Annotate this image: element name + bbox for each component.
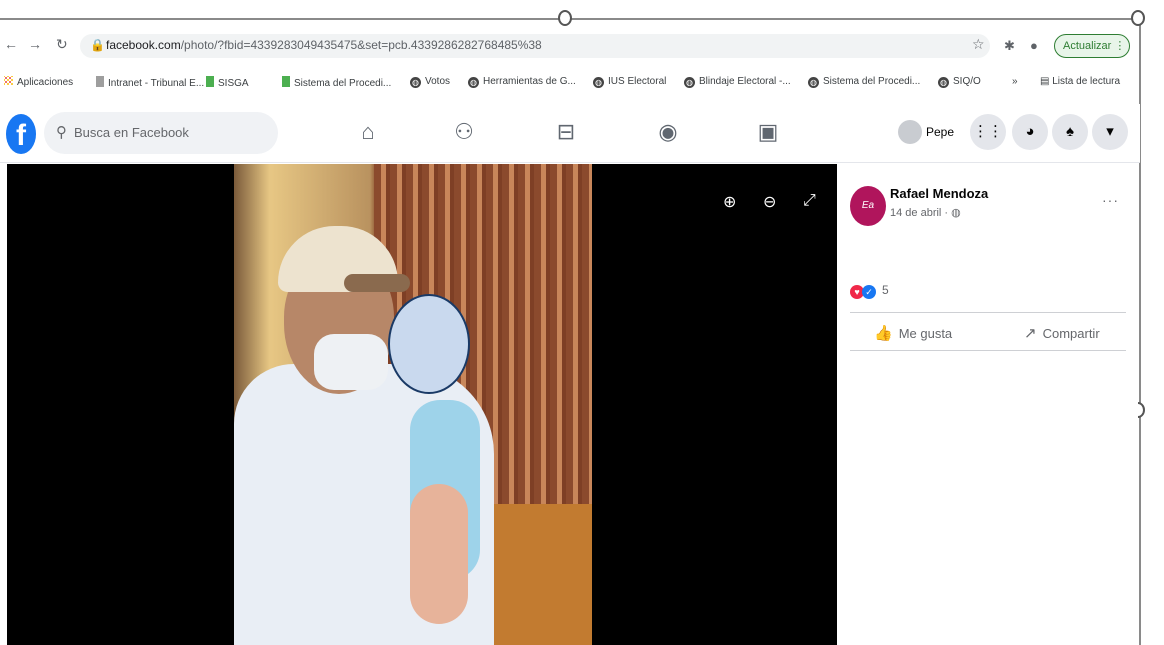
divider bbox=[850, 350, 1126, 351]
bookmark-siqo[interactable]: ◍ SIQ/O bbox=[938, 76, 981, 88]
reading-list-icon: ▤ bbox=[1040, 76, 1053, 87]
globe-icon: ◍ bbox=[593, 77, 604, 88]
globe-icon: ◍ bbox=[684, 77, 695, 88]
address-bar-row: ← → ↻ 🔒 facebook.com/photo/?fbid=4339283… bbox=[0, 32, 1140, 60]
url-text[interactable]: facebook.com/photo/?fbid=433928304943547… bbox=[106, 38, 542, 52]
notifications-icon[interactable]: ♠ bbox=[1052, 114, 1088, 150]
post-photo[interactable] bbox=[234, 164, 592, 645]
search-input[interactable]: ⚲ Busca en Facebook bbox=[44, 112, 278, 154]
post-panel: Ea Rafael Mendoza 14 de abril · ◍ ··· ♥ ✓… bbox=[838, 164, 1138, 645]
globe-icon: ◍ bbox=[410, 77, 421, 88]
more-options-icon[interactable]: ··· bbox=[1102, 192, 1119, 208]
like-button[interactable]: 👍 Me gusta bbox=[874, 324, 952, 342]
profile-icon[interactable]: ● bbox=[1030, 38, 1038, 53]
globe-icon: ◍ bbox=[808, 77, 819, 88]
bookmark-apps[interactable]: Aplicaciones bbox=[4, 76, 73, 88]
reading-list[interactable]: ▤ Lista de lectura bbox=[1040, 76, 1120, 87]
back-icon[interactable]: ← bbox=[4, 36, 18, 52]
search-icon: ⚲ bbox=[56, 124, 67, 141]
reload-icon[interactable]: ↻ bbox=[56, 36, 68, 53]
facebook-header: f ⚲ Busca en Facebook ⌂ ⚇ ⊟ ◉ ▣ Pepe ⋮⋮ … bbox=[0, 104, 1140, 163]
bookmark-blindaje-electoral[interactable]: ◍ Blindaje Electoral -... bbox=[684, 76, 791, 88]
more-bookmarks-icon[interactable]: » bbox=[1012, 76, 1018, 87]
profile-shortcut[interactable]: Pepe bbox=[896, 116, 962, 150]
more-vert-icon: ⋮ bbox=[1114, 40, 1126, 52]
tribunal-icon bbox=[96, 76, 104, 87]
bookmark-ius-electoral[interactable]: ◍ IUS Electoral bbox=[593, 76, 666, 88]
zoom-out-icon[interactable]: ⊖ bbox=[763, 192, 776, 212]
forward-icon[interactable]: → bbox=[28, 36, 42, 52]
bookmarks-bar: Aplicaciones Intranet - Tribunal E... SI… bbox=[0, 72, 1140, 94]
apps-icon bbox=[4, 76, 13, 85]
share-icon: ↗ bbox=[1024, 325, 1037, 342]
photo-viewer: ⊕ ⊖ ⤢ bbox=[7, 164, 837, 645]
bookmark-star-icon[interactable]: ☆ bbox=[972, 36, 985, 53]
thumbs-up-icon: 👍 bbox=[874, 325, 893, 342]
marketplace-icon[interactable]: ⊟ bbox=[552, 118, 580, 146]
url-bar[interactable]: 🔒 facebook.com/photo/?fbid=4339283049435… bbox=[80, 34, 990, 58]
like-reaction-icon: ✓ bbox=[862, 285, 876, 299]
post-date[interactable]: 14 de abril · ◍ bbox=[890, 206, 961, 219]
profile-name: Pepe bbox=[926, 125, 955, 139]
post-author[interactable]: Rafael Mendoza bbox=[890, 186, 988, 201]
home-icon[interactable]: ⌂ bbox=[354, 118, 382, 146]
globe-icon: ◍ bbox=[951, 207, 961, 219]
menu-grid-icon[interactable]: ⋮⋮ bbox=[970, 114, 1006, 150]
update-button[interactable]: Actualizar ⋮ bbox=[1054, 34, 1130, 58]
reaction-count: 5 bbox=[882, 283, 889, 297]
tribunal-icon bbox=[206, 76, 214, 87]
messenger-icon[interactable]: ◕ bbox=[1012, 114, 1048, 150]
lock-icon[interactable]: 🔒 bbox=[90, 38, 105, 52]
groups-icon[interactable]: ◉ bbox=[654, 118, 682, 146]
zoom-in-icon[interactable]: ⊕ bbox=[723, 192, 736, 212]
extensions-icon[interactable]: ✱ bbox=[1004, 38, 1015, 54]
account-menu-icon[interactable]: ▾ bbox=[1092, 114, 1128, 150]
search-placeholder: Busca en Facebook bbox=[74, 125, 189, 140]
author-avatar[interactable]: Ea bbox=[850, 186, 886, 226]
avatar bbox=[898, 120, 922, 144]
globe-icon: ◍ bbox=[468, 77, 479, 88]
reactions[interactable]: ♥ ✓ 5 bbox=[850, 282, 889, 299]
resize-handle-top[interactable] bbox=[558, 10, 572, 26]
bookmark-herramientas[interactable]: ◍ Herramientas de G... bbox=[468, 76, 576, 88]
tribunal-icon bbox=[282, 76, 290, 87]
friends-icon[interactable]: ⚇ bbox=[450, 118, 478, 146]
bookmark-intranet[interactable]: Intranet - Tribunal E... bbox=[96, 76, 204, 89]
divider bbox=[850, 312, 1126, 313]
bookmark-sistema-procedimiento[interactable]: Sistema del Procedi... bbox=[282, 76, 391, 89]
bookmark-sisga[interactable]: SISGA bbox=[206, 76, 249, 89]
bookmark-sistema-procedimiento-2[interactable]: ◍ Sistema del Procedi... bbox=[808, 76, 920, 88]
blurred-face bbox=[388, 294, 470, 394]
share-button[interactable]: ↗ Compartir bbox=[1024, 324, 1100, 342]
resize-handle-corner[interactable] bbox=[1131, 10, 1145, 26]
gaming-icon[interactable]: ▣ bbox=[754, 118, 782, 146]
bookmark-votos[interactable]: ◍ Votos bbox=[410, 76, 450, 88]
facebook-logo[interactable]: f bbox=[6, 114, 36, 154]
fullscreen-icon[interactable]: ⤢ bbox=[803, 192, 816, 210]
globe-icon: ◍ bbox=[938, 77, 949, 88]
